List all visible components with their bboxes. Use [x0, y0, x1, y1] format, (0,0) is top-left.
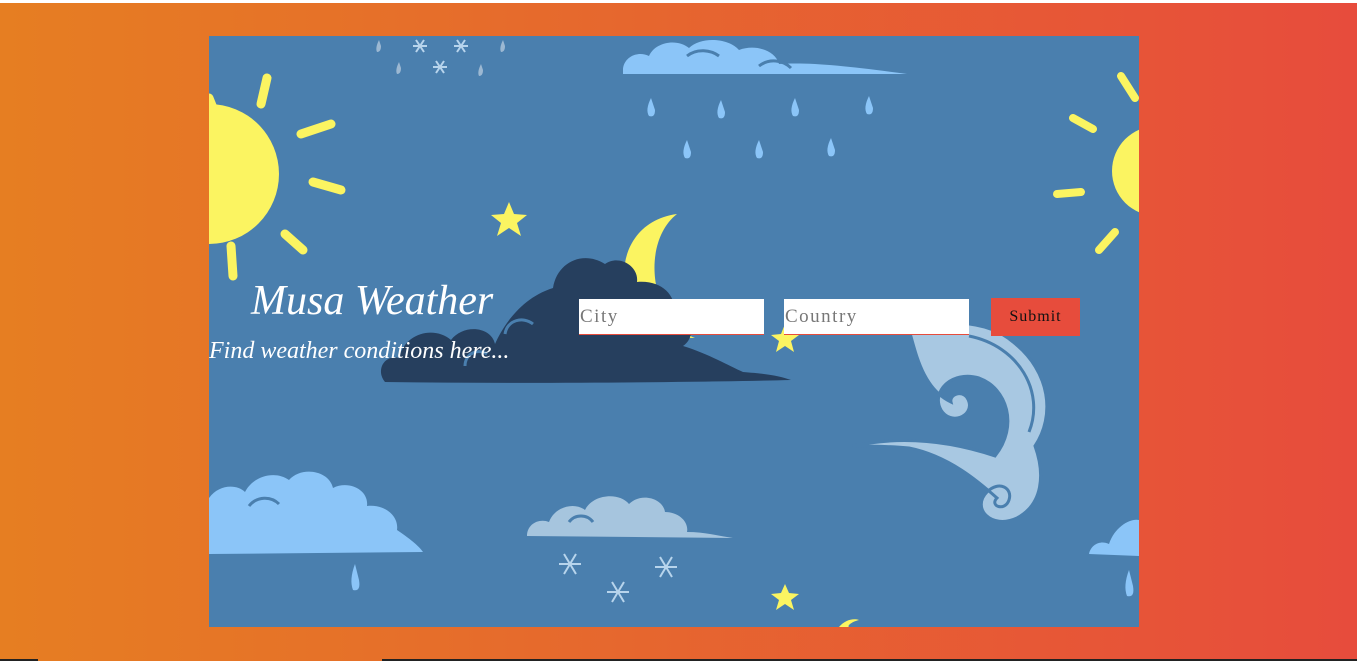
submit-button[interactable]: Submit	[991, 298, 1080, 336]
star-icon	[491, 202, 527, 236]
app-title: Musa Weather	[251, 278, 494, 324]
cloud-icon-bottom-right	[1089, 519, 1139, 556]
app-subtitle: Find weather conditions here...	[209, 338, 510, 364]
star-icon	[771, 584, 799, 610]
sun-icon-right	[1053, 72, 1139, 254]
weather-panel: Musa Weather Find weather conditions her…	[209, 36, 1139, 627]
moon-icon-small	[839, 619, 859, 627]
wind-swirl-icon	[852, 321, 1049, 523]
sun-icon-left	[209, 73, 346, 281]
drizzle-top	[376, 40, 505, 76]
cloud-icon-bottom-left	[209, 471, 423, 554]
city-input[interactable]	[579, 299, 764, 335]
stars	[491, 202, 859, 627]
cloud-icon-top	[623, 39, 907, 74]
country-input[interactable]	[784, 299, 969, 335]
cloud-icon-bottom-center	[527, 496, 733, 538]
